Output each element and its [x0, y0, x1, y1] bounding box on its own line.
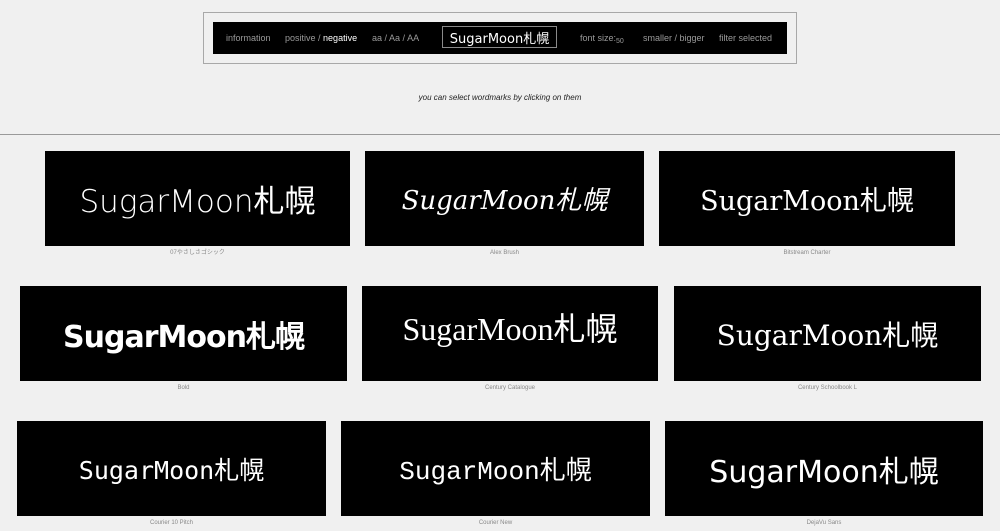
wordmark-preview: SugarMoon札幌 [674, 286, 981, 381]
wordmark-font-label: Courier New [478, 520, 513, 526]
wordmark-font-label: Century Schoolbook L [797, 385, 858, 391]
font-size-value: 50 [616, 38, 624, 45]
wordmark-preview: SugarMoon札幌 [17, 421, 326, 516]
wordmark-preview: SugarMoon札幌 [659, 151, 955, 246]
font-size-label: font size: [580, 33, 617, 43]
wordmark-font-label: Alex Brush [489, 250, 519, 256]
smaller-button[interactable]: smaller / [643, 33, 677, 43]
negative-button[interactable]: negative [323, 33, 357, 43]
wordmark-preview: SugarMoon札幌 [20, 286, 347, 381]
sample-text-input[interactable] [442, 26, 557, 48]
wordmark-font-label: Bold [177, 385, 190, 391]
wordmark-card[interactable]: SugarMoon札幌 DejaVu Sans [665, 421, 983, 526]
wordmark-preview: SugarMoon札幌 [341, 421, 650, 516]
wordmark-font-label: DejaVu Sans [806, 520, 842, 526]
positive-button[interactable]: positive / [285, 33, 321, 43]
wordmark-font-label: 07やさしさゴシック [170, 250, 225, 256]
wordmark-card[interactable]: SugarMoon札幌 Courier 10 Pitch [17, 421, 326, 526]
wordmark-font-label: Century Catalogue [484, 385, 536, 391]
uppercase-button[interactable]: AA [407, 33, 419, 43]
wordmark-card[interactable]: SugarMoon札幌 Courier New [341, 421, 650, 526]
wordmark-card[interactable]: SugarMoon札幌 Bold [20, 286, 347, 391]
wordmark-card[interactable]: SugarMoon札幌 Bitstream Charter [659, 151, 955, 256]
lowercase-button[interactable]: aa / [372, 33, 387, 43]
filter-selected-button[interactable]: filter selected [719, 32, 772, 44]
wordmark-card[interactable]: SugarMoon札幌 Century Catalogue [362, 286, 658, 391]
toolbar: information positive / negative aa / Aa … [213, 22, 787, 54]
wordmark-font-label: Bitstream Charter [783, 250, 831, 256]
polarity-toggle: positive / negative [285, 32, 357, 44]
wordmark-card[interactable]: SugarMoon札幌 Century Schoolbook L [674, 286, 981, 391]
wordmark-card[interactable]: SugarMoon札幌 07やさしさゴシック [45, 151, 350, 256]
wordmark-preview: SugarMoon札幌 [45, 151, 350, 246]
case-toggle: aa / Aa / AA [372, 32, 419, 44]
wordmark-preview: SugarMoon札幌 [362, 286, 658, 381]
wordmark-card[interactable]: SugarMoon札幌 Alex Brush [365, 151, 644, 256]
wordmark-preview: SugarMoon札幌 [665, 421, 983, 516]
font-size-readout: font size:50 [580, 32, 624, 48]
selection-hint: you can select wordmarks by clicking on … [418, 93, 582, 102]
information-button[interactable]: information [226, 32, 271, 44]
titlecase-button[interactable]: Aa / [389, 33, 405, 43]
divider [0, 134, 1000, 135]
bigger-button[interactable]: bigger [680, 33, 705, 43]
wordmark-font-label: Courier 10 Pitch [149, 520, 194, 526]
wordmark-preview: SugarMoon札幌 [365, 151, 644, 246]
size-controls: smaller / bigger [643, 32, 705, 44]
